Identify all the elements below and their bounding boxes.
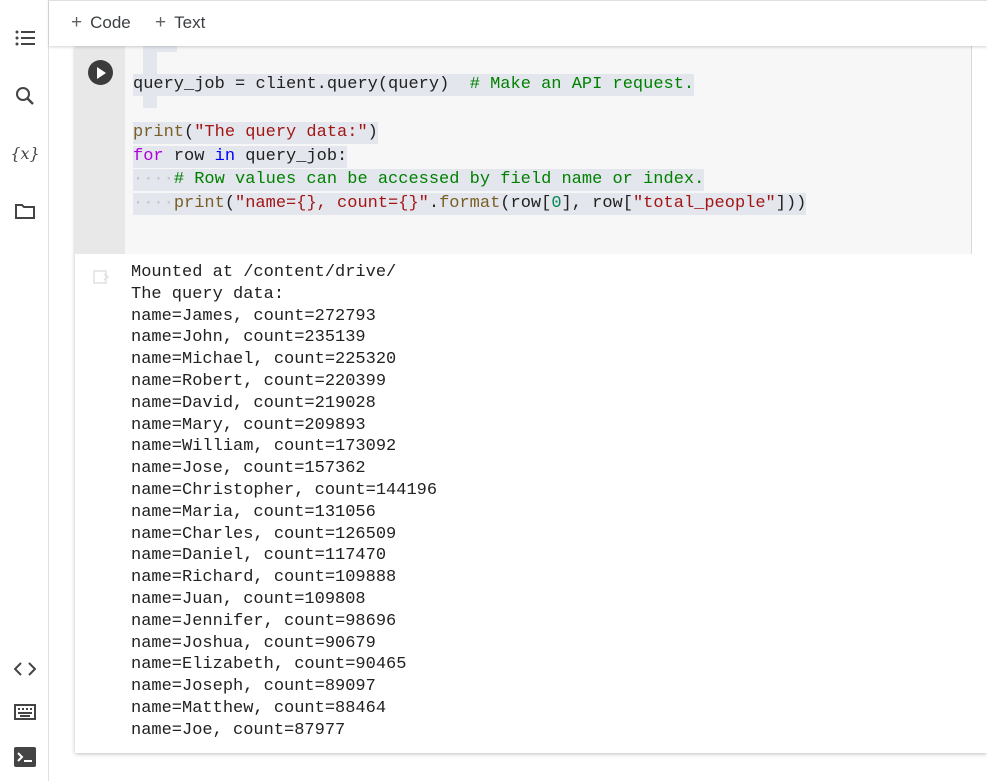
output-line: name=David, count=219028	[131, 393, 376, 413]
notebook-canvas: query_job = client.query(query) # Make a…	[49, 46, 987, 781]
output-line: name=Richard, count=109888	[131, 568, 397, 588]
code-line-3: for row in query_job:	[133, 146, 348, 168]
code-line-4: ····# Row values can be accessed by fiel…	[133, 169, 705, 191]
clear-output-icon[interactable]	[93, 268, 111, 286]
code-cell[interactable]: query_job = client.query(query) # Make a…	[75, 46, 987, 753]
output-line: name=William, count=173092	[131, 437, 397, 457]
code-token: client.query(query)	[255, 75, 450, 94]
plus-icon: +	[155, 12, 167, 33]
cell-output: Mounted at /content/drive/The query data…	[75, 254, 987, 753]
output-line: name=Daniel, count=117470	[131, 546, 387, 566]
code-line-2: print("The query data:")	[133, 122, 378, 144]
variables-icon[interactable]: {x}	[10, 140, 40, 166]
code-token: ]))	[775, 194, 807, 213]
table-of-contents-icon[interactable]	[12, 25, 38, 51]
code-number: 0	[551, 194, 562, 213]
add-text-cell-button[interactable]: + Text	[155, 10, 205, 36]
output-line: The query data:	[131, 284, 285, 304]
code-editor[interactable]: query_job = client.query(query) # Make a…	[125, 46, 972, 254]
variables-glyph: {x}	[10, 143, 40, 163]
code-string: "The query data:"	[194, 123, 368, 142]
output-line: name=Maria, count=131056	[131, 502, 376, 522]
code-token: query_job	[133, 75, 225, 94]
output-line: name=Michael, count=225320	[131, 350, 397, 370]
code-token: (row[	[500, 194, 552, 213]
indent-dots: ····	[133, 170, 174, 189]
output-text: Mounted at /content/drive/The query data…	[131, 262, 437, 742]
code-token: print	[173, 194, 225, 213]
left-sidebar: {x}	[0, 0, 49, 781]
code-token: row	[163, 147, 215, 166]
code-line-5: ····print("name={}, count={}".format(row…	[133, 193, 807, 215]
terminal-icon[interactable]	[12, 744, 38, 770]
output-line: name=Jennifer, count=98696	[131, 611, 397, 631]
code-token: print	[133, 123, 185, 142]
output-line: name=John, count=235139	[131, 328, 366, 348]
output-line: Mounted at /content/drive/	[131, 263, 397, 282]
code-token: ], row[	[561, 194, 633, 213]
notebook-toolbar: + Code + Text	[49, 0, 987, 46]
code-comment: # Make an API request.	[469, 75, 695, 94]
cell-gutter	[75, 46, 125, 254]
code-token: )	[367, 123, 378, 142]
output-line: name=Christopher, count=144196	[131, 480, 438, 500]
code-keyword: for	[133, 147, 164, 166]
output-line: name=Matthew, count=88464	[131, 698, 387, 718]
output-line: name=Mary, count=209893	[131, 415, 366, 435]
output-line: name=Charles, count=126509	[131, 524, 397, 544]
code-token: (	[224, 194, 236, 213]
plus-icon: +	[71, 12, 83, 33]
code-comment: # Row values can be accessed by field na…	[173, 170, 705, 189]
code-snippets-icon[interactable]	[12, 656, 38, 682]
indent-dots: ····	[133, 194, 174, 213]
add-code-label: Code	[90, 13, 131, 32]
output-line: name=Joseph, count=89097	[131, 677, 376, 697]
code-keyword: in	[214, 147, 236, 166]
output-line: name=Robert, count=220399	[131, 371, 387, 391]
add-text-label: Text	[174, 13, 206, 32]
code-token: query_job:	[235, 147, 348, 166]
code-token: =	[224, 75, 256, 94]
code-line-1: query_job = client.query(query) # Make a…	[133, 74, 695, 96]
output-line: name=Elizabeth, count=90465	[131, 655, 407, 675]
search-icon[interactable]	[12, 83, 38, 109]
code-string: "name={}, count={}"	[235, 194, 429, 213]
output-line: name=Juan, count=109808	[131, 589, 366, 609]
output-line: name=Jose, count=157362	[131, 459, 366, 479]
files-icon[interactable]	[12, 198, 38, 224]
add-code-cell-button[interactable]: + Code	[71, 10, 131, 36]
code-token: (	[184, 123, 195, 142]
run-cell-button[interactable]	[88, 60, 113, 85]
code-token: .	[428, 194, 440, 213]
output-line: name=Joshua, count=90679	[131, 633, 376, 653]
code-token: format	[439, 194, 501, 213]
play-icon	[96, 66, 106, 79]
output-line: name=James, count=272793	[131, 306, 376, 326]
command-palette-icon[interactable]	[12, 699, 38, 725]
output-line: name=Joe, count=87977	[131, 720, 346, 740]
code-string: "total_people"	[632, 194, 776, 213]
